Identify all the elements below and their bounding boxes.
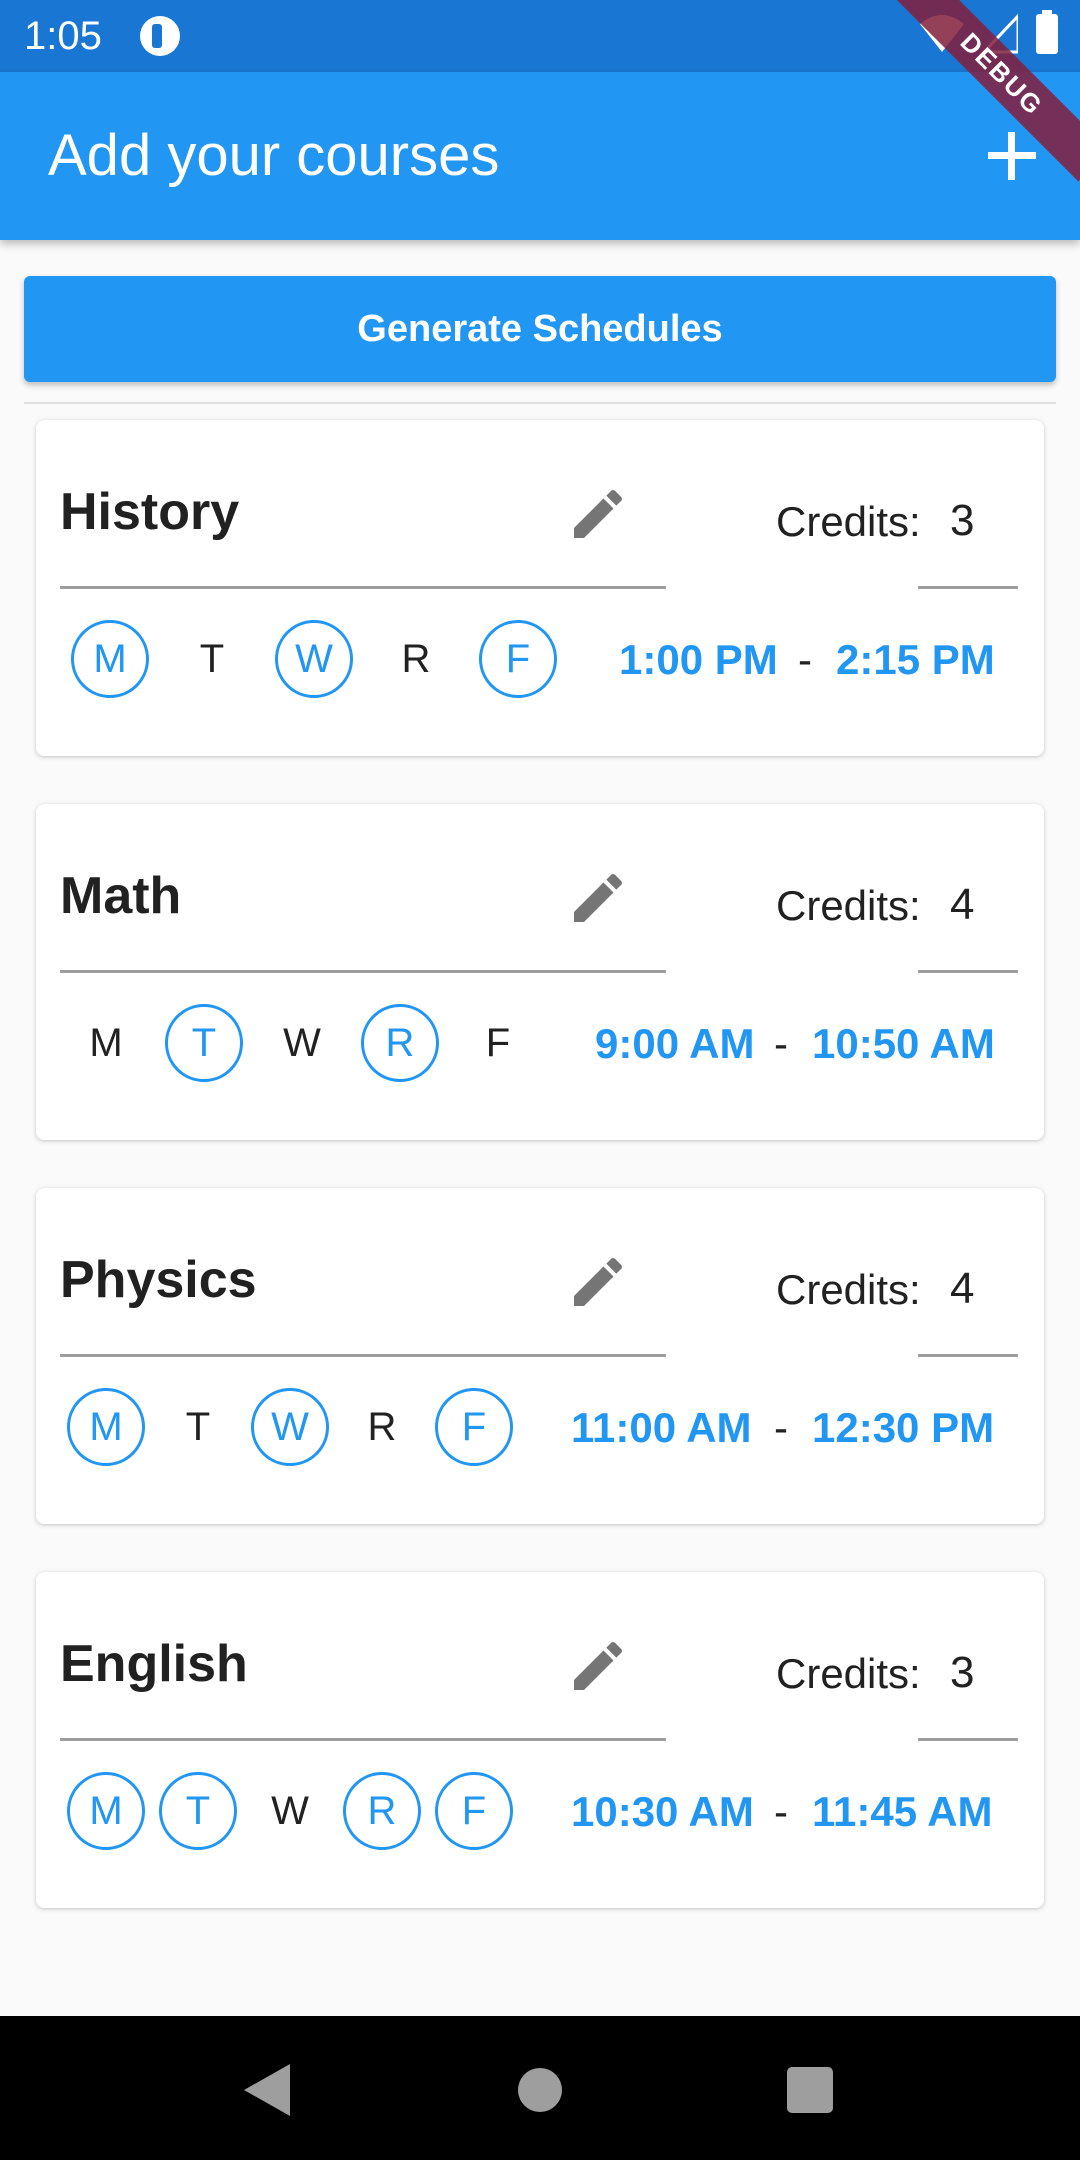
time-separator: - — [774, 1788, 788, 1835]
name-underline — [60, 1738, 666, 1741]
credits-underline — [918, 1738, 1018, 1741]
day-toggle-w[interactable]: W — [263, 1004, 341, 1082]
day-toggle-w[interactable]: W — [275, 620, 353, 698]
day-toggle-f[interactable]: F — [435, 1772, 513, 1850]
credits-underline — [918, 970, 1018, 973]
app-notification-icon — [140, 16, 180, 56]
day-toggle-r[interactable]: R — [343, 1388, 421, 1466]
course-card: English Credits: 3 MTWRF 10:30 AM - 11:4… — [36, 1572, 1044, 1908]
credits-input[interactable]: 4 — [950, 880, 974, 930]
divider — [24, 402, 1056, 404]
credits-underline — [918, 586, 1018, 589]
credits-input[interactable]: 3 — [950, 1648, 974, 1698]
day-toggle-m[interactable]: M — [67, 1004, 145, 1082]
credits-label: Credits: — [776, 1650, 921, 1697]
edit-icon[interactable] — [566, 866, 630, 930]
time-separator: - — [774, 1020, 788, 1067]
page-title: Add your courses — [48, 123, 500, 188]
course-name[interactable]: Math — [60, 866, 181, 926]
course-name[interactable]: History — [60, 482, 239, 542]
app-bar: Add your courses — [0, 72, 1080, 240]
day-toggle-r[interactable]: R — [377, 620, 455, 698]
name-underline — [60, 970, 666, 973]
course-card: History Credits: 3 MTWRF 1:00 PM - 2:15 … — [36, 420, 1044, 756]
status-time: 1:05 — [24, 14, 102, 58]
start-time[interactable]: 9:00 AM — [595, 1020, 755, 1068]
day-toggle-t[interactable]: T — [159, 1388, 237, 1466]
day-toggle-f[interactable]: F — [435, 1388, 513, 1466]
edit-icon[interactable] — [566, 1250, 630, 1314]
end-time[interactable]: 12:30 PM — [812, 1404, 994, 1452]
day-toggle-r[interactable]: R — [361, 1004, 439, 1082]
day-toggle-m[interactable]: M — [67, 1772, 145, 1850]
course-card: Physics Credits: 4 MTWRF 11:00 AM - 12:3… — [36, 1188, 1044, 1524]
battery-icon — [1036, 10, 1058, 54]
recents-icon[interactable] — [787, 2067, 833, 2113]
day-toggle-m[interactable]: M — [67, 1388, 145, 1466]
credits-label: Credits: — [776, 1266, 921, 1313]
day-toggle-f[interactable]: F — [459, 1004, 537, 1082]
name-underline — [60, 1354, 666, 1357]
day-toggle-m[interactable]: M — [71, 620, 149, 698]
credits-label: Credits: — [776, 882, 921, 929]
start-time[interactable]: 1:00 PM — [619, 636, 778, 684]
time-separator: - — [774, 1404, 788, 1451]
edit-icon[interactable] — [566, 1634, 630, 1698]
course-name[interactable]: Physics — [60, 1250, 257, 1310]
day-toggle-t[interactable]: T — [159, 1772, 237, 1850]
day-toggle-r[interactable]: R — [343, 1772, 421, 1850]
home-icon[interactable] — [518, 2068, 562, 2112]
day-toggle-t[interactable]: T — [173, 620, 251, 698]
navigation-bar — [0, 2016, 1080, 2160]
credits-label: Credits: — [776, 498, 921, 545]
credits-input[interactable]: 4 — [950, 1264, 974, 1314]
edit-icon[interactable] — [566, 482, 630, 546]
start-time[interactable]: 10:30 AM — [571, 1788, 754, 1836]
day-toggle-w[interactable]: W — [251, 1388, 329, 1466]
end-time[interactable]: 10:50 AM — [812, 1020, 995, 1068]
time-separator: - — [798, 636, 812, 683]
back-icon[interactable] — [244, 2064, 290, 2116]
course-card: Math Credits: 4 MTWRF 9:00 AM - 10:50 AM — [36, 804, 1044, 1140]
day-toggle-f[interactable]: F — [479, 620, 557, 698]
generate-schedules-button[interactable]: Generate Schedules — [24, 276, 1056, 382]
credits-input[interactable]: 3 — [950, 496, 974, 546]
day-toggle-t[interactable]: T — [165, 1004, 243, 1082]
course-name[interactable]: English — [60, 1634, 248, 1694]
plus-icon[interactable] — [984, 128, 1040, 184]
end-time[interactable]: 11:45 AM — [812, 1788, 993, 1836]
end-time[interactable]: 2:15 PM — [836, 636, 995, 684]
name-underline — [60, 586, 666, 589]
day-toggle-w[interactable]: W — [251, 1772, 329, 1850]
start-time[interactable]: 11:00 AM — [571, 1404, 752, 1452]
credits-underline — [918, 1354, 1018, 1357]
